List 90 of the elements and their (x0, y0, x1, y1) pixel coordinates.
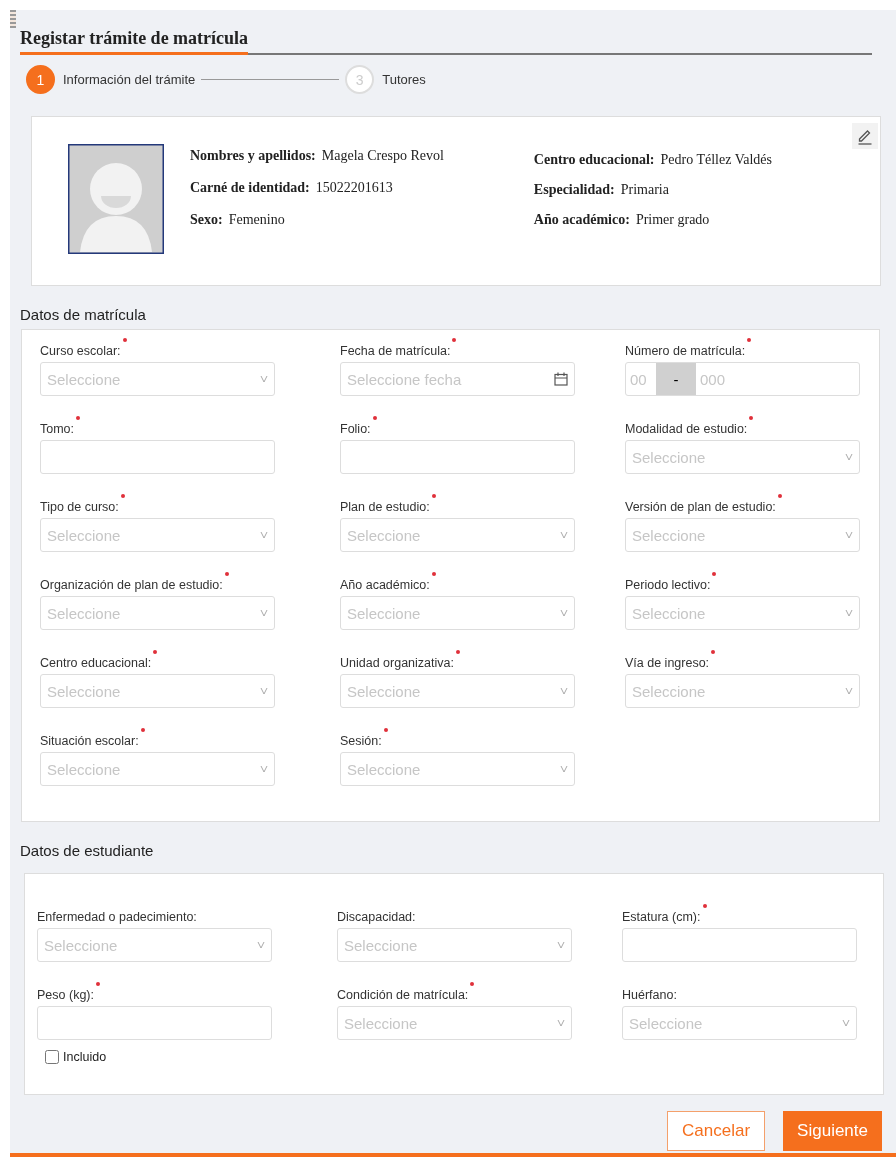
chevron-down-icon (560, 765, 568, 773)
select-field[interactable]: Seleccione (337, 1006, 572, 1040)
text-field[interactable] (340, 440, 575, 474)
select-field[interactable]: Seleccione (37, 928, 272, 962)
step-label[interactable]: Tutores (382, 72, 426, 87)
checkbox[interactable] (45, 1050, 59, 1064)
field-label: Centro educacional: (533, 152, 655, 167)
field-label: Peso (kg): (37, 988, 94, 1002)
select-field[interactable]: Seleccione (340, 752, 575, 786)
select-field[interactable]: Seleccione (40, 596, 275, 630)
select-field[interactable]: Seleccione (340, 518, 575, 552)
chevron-down-icon (560, 531, 568, 539)
select-field[interactable]: Seleccione (340, 596, 575, 630)
select-field[interactable]: Seleccione (40, 362, 275, 396)
section-title: Datos de estudiante (20, 842, 155, 859)
field-label: Sexo: (190, 212, 223, 227)
field-label: Tomo: (40, 422, 75, 436)
field-label: Tipo de curso: (40, 500, 119, 514)
next-button[interactable]: Siguiente (783, 1111, 882, 1151)
drag-handle-icon[interactable] (10, 10, 16, 28)
chevron-down-icon (845, 687, 853, 695)
field-label: Estatura (cm): (622, 910, 701, 924)
cancel-button[interactable]: Cancelar (667, 1111, 766, 1151)
chevron-down-icon (557, 941, 565, 949)
field-label: Número de matrícula: (625, 344, 746, 358)
chevron-down-icon (260, 531, 268, 539)
field-label: Nombres y apellidos: (190, 148, 316, 163)
edit-button[interactable] (852, 123, 878, 149)
select-field[interactable]: Seleccione (40, 752, 275, 786)
field-label: Vía de ingreso: (625, 656, 710, 670)
field-value: Pedro Téllez Valdés (660, 152, 772, 167)
field-label: Folio: (340, 422, 371, 436)
page-title: Registar trámite de matrícula (20, 28, 249, 55)
select-field[interactable]: Seleccione (625, 440, 860, 474)
field-label: Curso escolar: (40, 344, 121, 358)
field-value: Magela Crespo Revol (321, 148, 444, 163)
field-label: Enfermedad o padecimiento: (37, 910, 197, 924)
chevron-down-icon (557, 1019, 565, 1027)
chevron-down-icon (845, 453, 853, 461)
field-label: Año académico: (533, 212, 630, 227)
field-label: Condición de matrícula: (337, 988, 469, 1002)
text-field[interactable] (40, 440, 275, 474)
chevron-down-icon (845, 609, 853, 617)
chevron-down-icon (842, 1019, 850, 1027)
pencil-icon (856, 127, 874, 145)
chevron-down-icon (560, 609, 568, 617)
field-label: Plan de estudio: (340, 500, 430, 514)
select-field[interactable]: Seleccione (625, 518, 860, 552)
field-label: Situación escolar: (40, 734, 139, 748)
field-label: Discapacidad: (337, 910, 416, 924)
chevron-down-icon (257, 941, 265, 949)
field-label: Versión de plan de estudio: (625, 500, 776, 514)
chevron-down-icon (260, 375, 268, 383)
field-label: Huérfano: (622, 988, 677, 1002)
field-label: Modalidad de estudio: (625, 422, 748, 436)
field-label: Unidad organizativa: (340, 656, 454, 670)
select-field[interactable]: Seleccione (40, 518, 275, 552)
date-field[interactable]: Seleccione fecha (340, 362, 575, 396)
select-field[interactable]: Seleccione (337, 928, 572, 962)
section-title: Datos de matrícula (20, 306, 147, 323)
select-field[interactable]: Seleccione (625, 674, 860, 708)
text-field[interactable] (37, 1006, 272, 1040)
field-label: Periodo lectivo: (625, 578, 711, 592)
checkbox-label: Incluido (63, 1050, 107, 1064)
select-field[interactable]: Seleccione (340, 674, 575, 708)
step-number[interactable]: 1 (26, 65, 55, 94)
avatar-icon (68, 144, 164, 254)
field-label: Sesión: (340, 734, 382, 748)
number-field[interactable]: 00 - 000 (625, 362, 860, 396)
field-value: Primaria (620, 182, 669, 197)
chevron-down-icon (260, 765, 268, 773)
chevron-down-icon (260, 609, 268, 617)
field-value: 15022201613 (315, 180, 393, 195)
field-label: Especialidad: (533, 182, 615, 197)
field-label: Año académico: (340, 578, 430, 592)
chevron-down-icon (560, 687, 568, 695)
field-label: Centro educacional: (40, 656, 152, 670)
chevron-down-icon (845, 531, 853, 539)
select-field[interactable]: Seleccione (40, 674, 275, 708)
select-field[interactable]: Seleccione (625, 596, 860, 630)
calendar-icon (554, 372, 568, 386)
select-field[interactable]: Seleccione (622, 1006, 857, 1040)
field-value: Primer grado (635, 212, 710, 227)
text-field[interactable] (622, 928, 857, 962)
field-label: Fecha de matrícula: (340, 344, 451, 358)
field-label: Carné de identidad: (190, 180, 310, 195)
step-label[interactable]: Información del trámite (63, 72, 196, 87)
field-label: Organización de plan de estudio: (40, 578, 223, 592)
field-value: Femenino (228, 212, 285, 227)
chevron-down-icon (260, 687, 268, 695)
